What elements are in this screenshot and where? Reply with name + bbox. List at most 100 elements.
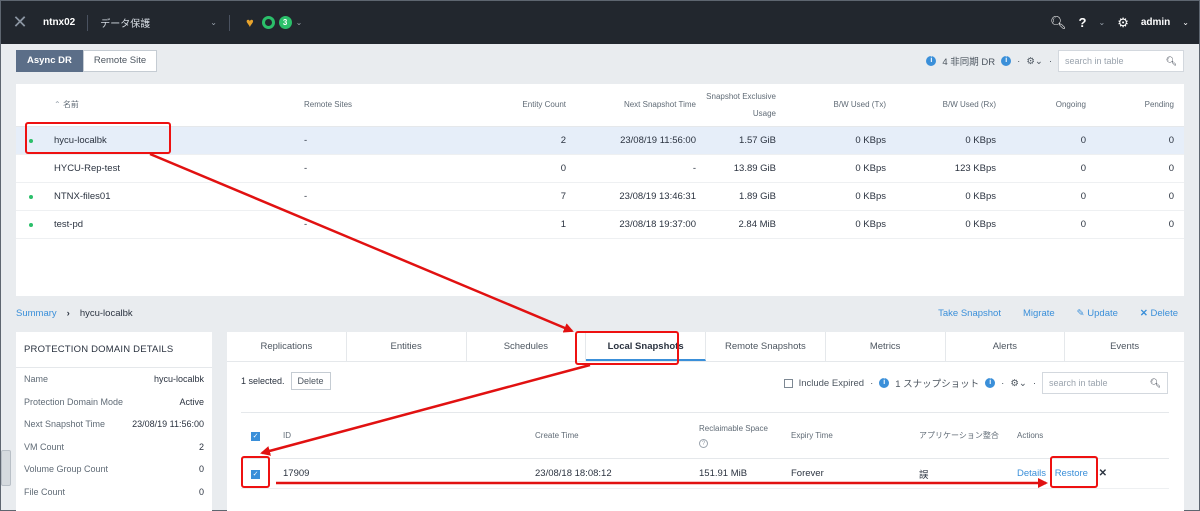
col-header-reclaim[interactable]: Reclaimable Space? <box>691 412 783 459</box>
close-icon: ✕ <box>1139 308 1151 319</box>
dot-separator: · <box>870 377 874 389</box>
delete-button[interactable]: ✕ Delete <box>1140 308 1178 319</box>
row-select-cell: ✓ <box>241 458 275 489</box>
status-dot-icon <box>29 222 33 227</box>
col-header-remote[interactable]: Remote Sites <box>296 84 486 127</box>
col-header-name[interactable]: ⌃ 名前 <box>46 84 296 127</box>
tab-bar: Replications Entities Schedules Local Sn… <box>227 332 1184 362</box>
snapshot-search-input[interactable]: search in table 🔍︎ <box>1042 372 1168 394</box>
pd-name[interactable]: hycu-localbk <box>46 126 296 155</box>
col-header-pending[interactable]: Pending <box>1096 84 1184 127</box>
pd-remote: - <box>296 154 486 183</box>
table-row[interactable]: test-pd - 1 23/08/18 19:37:00 2.84 MiB 0… <box>16 210 1184 239</box>
alert-count-badge[interactable]: 3 <box>278 16 292 29</box>
detail-key: Protection Domain Mode <box>24 396 124 407</box>
detail-value: 23/08/19 11:56:00 <box>132 419 204 430</box>
pd-name[interactable]: NTNX-files01 <box>46 182 296 211</box>
table-row[interactable]: HYCU-Rep-test - 0 - 13.89 GiB 0 KBps 123… <box>16 154 1184 183</box>
user-menu[interactable]: admin <box>1141 17 1170 28</box>
status-ok-icon[interactable] <box>261 16 275 29</box>
pd-pending: 0 <box>1096 210 1184 239</box>
close-icon[interactable]: ✕ <box>1099 468 1107 479</box>
detail-row: Protection Domain Mode Active <box>16 391 212 414</box>
section-selector[interactable]: データ保護 <box>100 15 150 30</box>
table-row[interactable]: hycu-localbk - 2 23/08/19 11:56:00 1.57 … <box>16 126 1184 155</box>
pd-tx: 0 KBps <box>786 182 896 211</box>
col-header-next[interactable]: Next Snapshot Time <box>576 84 706 127</box>
restore-link[interactable]: Restore <box>1055 468 1088 479</box>
pd-usage: 1.57 GiB <box>706 126 786 155</box>
search-input[interactable]: search in table 🔍︎ <box>1058 50 1184 72</box>
detail-row: VM Count 2 <box>16 436 212 459</box>
search-icon[interactable]: 🔍︎ <box>1050 15 1067 31</box>
gear-icon[interactable]: ⚙ <box>1117 15 1129 31</box>
col-header-app[interactable]: アプリケーション整合 <box>911 412 1009 459</box>
tab-entities[interactable]: Entities <box>347 332 467 361</box>
tab-metrics[interactable]: Metrics <box>826 332 946 361</box>
dot-separator: · <box>1017 55 1021 67</box>
gear-icon[interactable]: ⚙⌄ <box>1026 56 1042 67</box>
detail-key: VM Count <box>24 441 65 452</box>
chevron-right-icon: › <box>66 308 70 319</box>
pd-pending: 0 <box>1096 154 1184 183</box>
help-icon[interactable]: ? <box>1079 15 1087 30</box>
snapshot-count: 1 スナップショット <box>895 379 980 390</box>
snapshot-actions: Details Restore ✕ <box>1009 458 1169 489</box>
pd-entity: 2 <box>486 126 576 155</box>
row-checkbox[interactable]: ✓ <box>251 470 260 479</box>
detail-row: Volume Group Count 0 <box>16 458 212 481</box>
tab-local-snapshots[interactable]: Local Snapshots <box>586 332 706 361</box>
pd-ongoing: 0 <box>1006 126 1096 155</box>
cluster-name[interactable]: ntnx02 <box>43 17 75 28</box>
col-header-tx[interactable]: B/W Used (Tx) <box>786 84 896 127</box>
info-icon: i <box>1001 56 1012 66</box>
col-header-rx[interactable]: B/W Used (Rx) <box>896 84 1006 127</box>
chevron-down-icon[interactable]: ⌄ <box>210 18 217 27</box>
chevron-down-icon[interactable]: ⌄ <box>296 18 303 27</box>
pd-ongoing: 0 <box>1006 154 1096 183</box>
panel-drag-handle[interactable] <box>1 450 11 486</box>
update-button[interactable]: ✎ Update <box>1077 308 1118 319</box>
gear-icon[interactable]: ⚙⌄ <box>1010 378 1026 389</box>
col-header-id[interactable]: ID <box>275 412 527 459</box>
pd-rx: 0 KBps <box>896 126 1006 155</box>
tab-schedules[interactable]: Schedules <box>467 332 587 361</box>
pd-name[interactable]: HYCU-Rep-test <box>46 154 296 183</box>
tab-events[interactable]: Events <box>1065 332 1184 361</box>
health-icon[interactable]: ♥ <box>246 15 254 30</box>
help-icon[interactable]: ? <box>699 438 708 448</box>
include-expired-checkbox[interactable] <box>783 378 793 388</box>
take-snapshot-button[interactable]: Take Snapshot <box>938 308 1001 319</box>
tab-replications[interactable]: Replications <box>227 332 347 361</box>
pd-pending: 0 <box>1096 182 1184 211</box>
pd-tab-panel: Replications Entities Schedules Local Sn… <box>227 332 1184 511</box>
breadcrumb-summary[interactable]: Summary <box>16 308 57 319</box>
table-row[interactable]: NTNX-files01 - 7 23/08/19 13:46:31 1.89 … <box>16 182 1184 211</box>
tab-remote-site[interactable]: Remote Site <box>82 50 158 72</box>
col-header-expiry[interactable]: Expiry Time <box>783 412 911 459</box>
tab-alerts[interactable]: Alerts <box>946 332 1066 361</box>
col-header-create[interactable]: Create Time <box>527 412 691 459</box>
dot-separator: · <box>1032 377 1036 389</box>
migrate-button[interactable]: Migrate <box>1023 308 1055 319</box>
col-header-ongoing[interactable]: Ongoing <box>1006 84 1096 127</box>
delete-snapshot-button[interactable]: Delete <box>290 372 331 390</box>
pd-next: 23/08/18 19:37:00 <box>576 210 706 239</box>
breadcrumb-current: hycu-localbk <box>79 308 133 319</box>
details-link[interactable]: Details <box>1017 468 1046 479</box>
nutanix-logo-icon[interactable]: ✕ <box>5 12 35 33</box>
protection-domain-table: ⌃ 名前 Remote Sites Entity Count Next Snap… <box>16 84 1184 296</box>
select-all-checkbox[interactable]: ✓ <box>251 431 260 441</box>
col-header-usage[interactable]: Snapshot Exclusive Usage <box>706 84 786 127</box>
status-cell <box>16 210 46 239</box>
chevron-down-icon[interactable]: ⌄ <box>1182 18 1189 27</box>
snapshot-row[interactable]: ✓ 17909 23/08/18 18:08:12 151.91 MiB For… <box>241 458 1169 489</box>
pd-name[interactable]: test-pd <box>46 210 296 239</box>
col-header-entity[interactable]: Entity Count <box>486 84 576 127</box>
search-placeholder: search in table <box>1065 56 1124 66</box>
tab-remote-snapshots[interactable]: Remote Snapshots <box>706 332 826 361</box>
tab-async-dr[interactable]: Async DR <box>16 50 83 72</box>
info-icon: i <box>985 378 996 388</box>
reclaim-label: Reclaimable Space <box>699 423 768 433</box>
chevron-down-icon[interactable]: ⌄ <box>1098 18 1105 27</box>
